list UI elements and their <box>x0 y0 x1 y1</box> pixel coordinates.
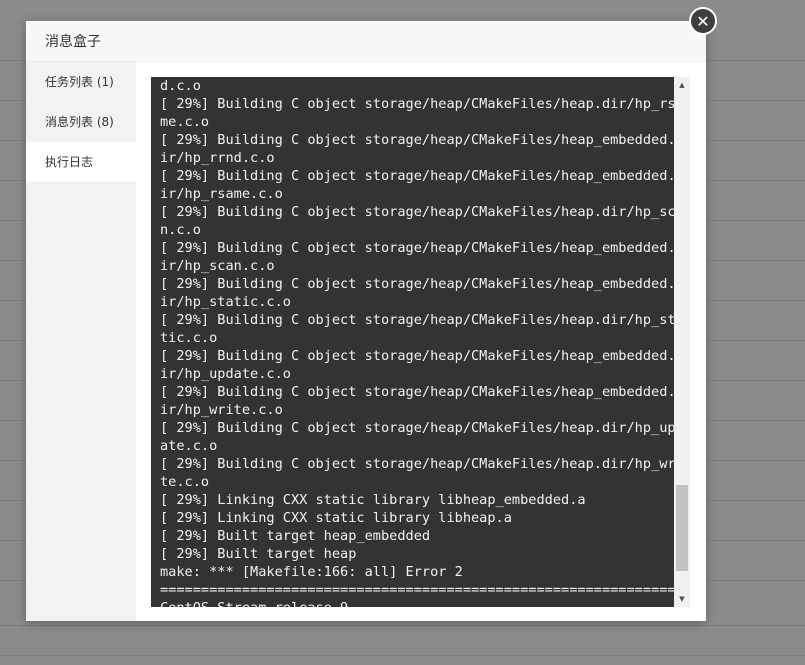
log-line: [ 29%] Building C object storage/heap/CM… <box>160 276 674 292</box>
scroll-thumb[interactable] <box>676 485 688 571</box>
message-box-modal: 消息盒子 任务列表 (1) 消息列表 (8) 执行日志 d.c.o [ 29%] … <box>26 21 706 621</box>
log-line: [ 29%] Building C object storage/heap/CM… <box>160 240 674 256</box>
tab-task-list[interactable]: 任务列表 (1) <box>26 62 136 102</box>
log-line: [ 29%] Building C object storage/heap/CM… <box>160 168 674 184</box>
log-line: ========================================… <box>160 582 674 598</box>
tab-message-list[interactable]: 消息列表 (8) <box>26 102 136 142</box>
log-line: [ 29%] Building C object storage/heap/CM… <box>160 420 674 436</box>
log-line: [ 29%] Building C object storage/heap/CM… <box>160 96 674 112</box>
log-line: [ 29%] Building C object storage/heap/CM… <box>160 132 674 148</box>
close-icon[interactable]: ✕ <box>689 7 717 35</box>
log-panel: d.c.o [ 29%] Building C object storage/he… <box>136 62 706 621</box>
modal-header: 消息盒子 <box>26 21 706 62</box>
log-line: ir/hp_static.c.o <box>160 294 291 310</box>
log-line: ir/hp_scan.c.o <box>160 258 275 274</box>
log-terminal[interactable]: d.c.o [ 29%] Building C object storage/he… <box>151 77 674 607</box>
log-line: [ 29%] Building C object storage/heap/CM… <box>160 384 674 400</box>
tab-execution-log[interactable]: 执行日志 <box>26 142 136 182</box>
log-line: ir/hp_write.c.o <box>160 402 283 418</box>
scroll-up-icon[interactable]: ▲ <box>674 77 690 93</box>
log-line: CentOS Stream release 9 <box>160 599 674 607</box>
log-line: [ 29%] Linking CXX static library libhea… <box>160 510 512 526</box>
log-line: [ 29%] Building C object storage/heap/CM… <box>160 204 674 220</box>
log-line: ir/hp_rsame.c.o <box>160 186 283 202</box>
modal-sidebar: 任务列表 (1) 消息列表 (8) 执行日志 <box>26 62 136 621</box>
scroll-down-icon[interactable]: ▼ <box>674 591 690 607</box>
log-line: [ 29%] Building C object storage/heap/CM… <box>160 312 674 328</box>
log-line: ir/hp_update.c.o <box>160 366 291 382</box>
modal-title: 消息盒子 <box>45 34 101 50</box>
log-line: [ 29%] Built target heap <box>160 546 357 562</box>
log-line: ate.c.o <box>160 438 218 454</box>
log-line: me.c.o <box>160 114 210 130</box>
log-line: [ 29%] Building C object storage/heap/CM… <box>160 348 674 364</box>
log-line: tic.c.o <box>160 330 218 346</box>
log-line: make: *** [Makefile:166: all] Error 2 <box>160 564 463 580</box>
log-output: d.c.o [ 29%] Building C object storage/he… <box>160 77 674 607</box>
log-line: n.c.o <box>160 222 201 238</box>
log-line: te.c.o <box>160 474 210 490</box>
log-line: d.c.o <box>160 78 201 94</box>
log-scrollbar[interactable]: ▲ ▼ <box>674 77 690 607</box>
log-line: [ 29%] Linking CXX static library libhea… <box>160 492 586 508</box>
log-line: ir/hp_rrnd.c.o <box>160 150 275 166</box>
log-line: [ 29%] Building C object storage/heap/CM… <box>160 456 674 472</box>
log-line: [ 29%] Built target heap_embedded <box>160 528 431 544</box>
